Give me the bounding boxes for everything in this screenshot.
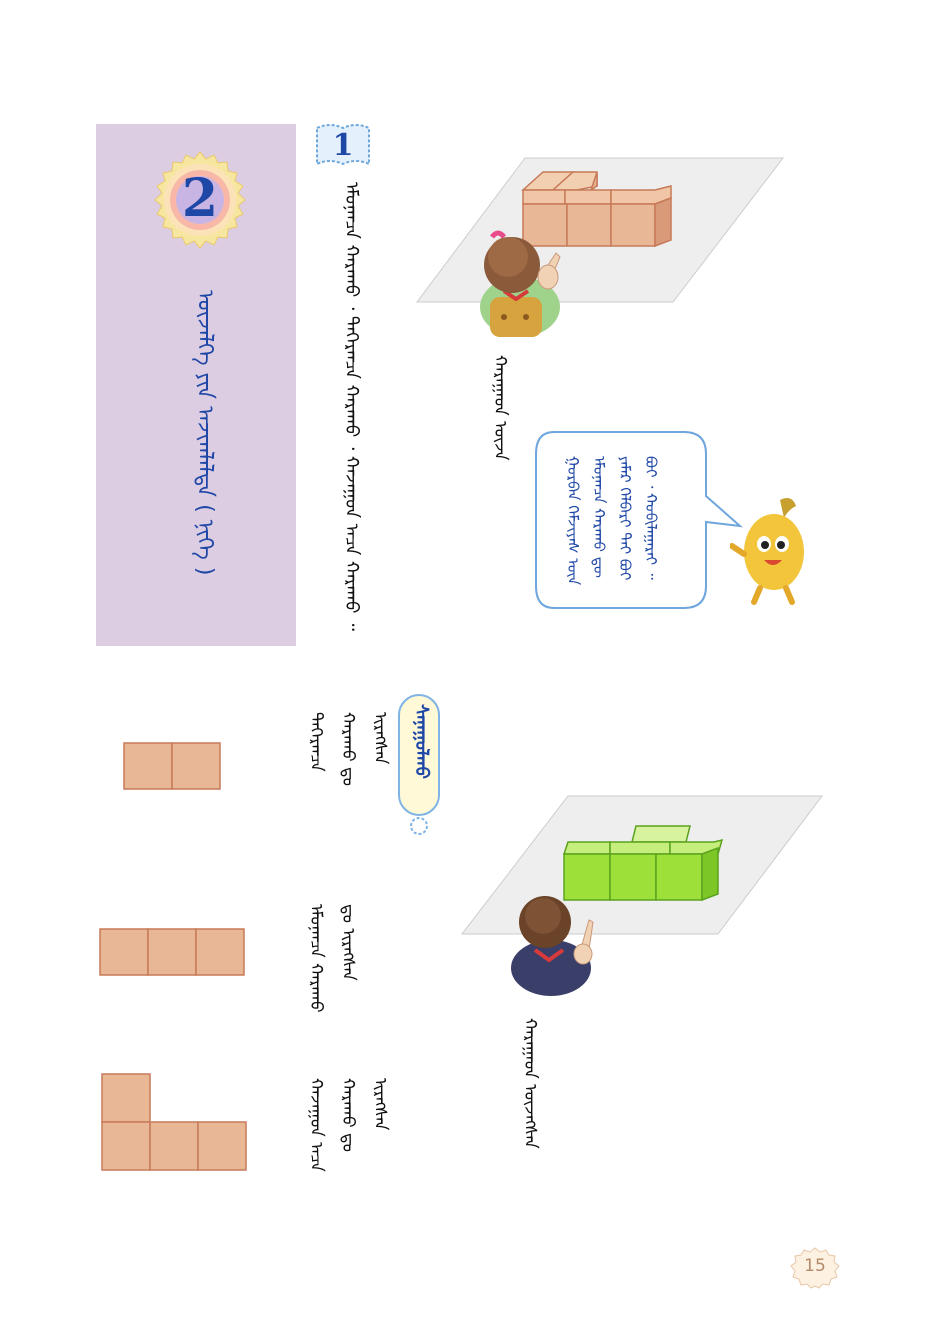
view-shape-l-squares (101, 1073, 247, 1171)
boy-illustration (511, 896, 594, 996)
page-number: 15 (804, 1256, 826, 1276)
exercise-instruction: ᠡᠮᠦᠨᠡᠡᠴᠡ ᠬᠠᠷᠠᠬᠤ ᠂ ᠳᠡᠭᠡᠷᠡᠡᠴᠡ ᠬᠠᠷᠠᠬᠤ ᠂ ᠬᠠᠵ… (341, 182, 362, 632)
tip-label: ᠰᠠᠨᠠᠭᠤᠯᠬᠤ (411, 704, 432, 779)
view-label: ᠳᠡᠭᠡᠷᠡᠡᠴᠡ ᠬᠠᠷᠠᠬᠤ ᠳᠤ ᠢᠷᠡᠭᠰᠡᠨ (306, 712, 390, 786)
exercise-number: 1 (332, 128, 354, 163)
view-shape-two-squares (123, 742, 221, 790)
view-shape-three-squares (99, 928, 245, 976)
view-label: ᠡᠮᠦᠨᠡᠡᠴᠡ ᠬᠠᠷᠠᠬᠤ ᠳᠤ ᠢᠷᠡᠭᠰᠡᠨ (306, 904, 358, 1013)
view-label: ᠬᠠᠵᠠᠭᠤᠨ ᠠᠴᠠ ᠬᠠᠷᠠᠬᠤ ᠳᠤ ᠢᠷᠡᠭᠰᠡᠨ (306, 1078, 390, 1172)
speech-bubble-text: ᠭᠤᠷᠪᠠᠨ ᠬᠡᠮᠵᠢᠶᠡᠰ ᠦᠨ ᠡᠮᠦᠨᠡᠡᠴᠡ ᠬᠠᠷᠠᠬᠤ ᠳᠦ ᠶᠠ… (564, 456, 660, 586)
lesson-title: ᠦᠵᠡᠯᠭᠡ ᠶᠢᠨ ᠠᠵᠢᠭᠯᠠᠯᠲᠠ ( ᠨᠢᠭᠡ ) (192, 290, 217, 576)
potato-mascot-illustration (730, 498, 804, 605)
lesson-number: 2 (181, 168, 219, 229)
girl-caption: ᠬᠠᠷᠠᠭᠠᠳ ᠦᠵᠡ (490, 355, 510, 461)
girl-illustration (480, 230, 561, 337)
exercise-badge: 1 (314, 122, 372, 168)
boy-caption: ᠬᠠᠷᠠᠭᠠᠳ ᠦᠵᠡᠭᠰᠡᠨ (520, 1018, 540, 1149)
page-number-badge: 15 (789, 1246, 841, 1290)
